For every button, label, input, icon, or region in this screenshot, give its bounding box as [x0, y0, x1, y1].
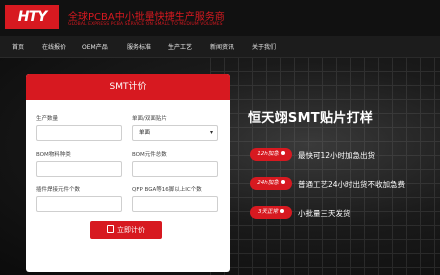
nav-item-online-quote[interactable]: 在线报价	[42, 42, 66, 51]
feature-text: 小批量三天发货	[298, 209, 351, 218]
feature-tag-label: 12h加急	[257, 151, 279, 157]
calculate-button[interactable]: 立即计价	[90, 221, 162, 239]
quantity-label: 生产数量	[36, 116, 59, 122]
feature-item: 24h加急 普通工艺24小时出货不收加急费	[250, 177, 440, 191]
feature-text: 普通工艺24小时出货不收加急费	[298, 180, 406, 189]
plugin-count-input[interactable]	[36, 196, 122, 212]
feature-item: 12h加急 最快可12小时加急出货	[250, 148, 440, 162]
tag-dot-icon	[280, 151, 285, 155]
feature-tag: 3天正常	[250, 206, 292, 219]
bom-total-label: BOM元件总数	[132, 152, 167, 158]
nav-item-about[interactable]: 关于我们	[252, 42, 276, 51]
top-header: HTY 全球PCBA中小批量快捷生产服务商 GLOBAL EXPRESS PCB…	[0, 0, 440, 36]
calculate-button-label: 立即计价	[117, 226, 145, 234]
nav-item-news[interactable]: 新闻资讯	[210, 42, 234, 51]
brand-logo[interactable]: HTY	[5, 5, 59, 29]
brand-subtitle: GLOBAL EXPRESS PCBA SERVICE ON SMALL TO …	[68, 22, 223, 27]
qfp-count-input[interactable]	[132, 196, 218, 212]
board-type-label: 单面/双面贴片	[132, 116, 167, 122]
brand-title: 全球PCBA中小批量快捷生产服务商	[68, 12, 225, 23]
nav-item-home[interactable]: 首页	[12, 42, 24, 51]
main-nav: 首页 在线报价 OEM产品 服务标准 生产工艺 新闻资讯 关于我们	[0, 36, 440, 58]
qfp-count-label: QFP BGA等16脚以上IC个数	[132, 187, 202, 193]
bom-types-label: BOM物料种类	[36, 152, 71, 158]
calculator-icon	[107, 225, 114, 233]
smt-quote-form: SMT计价 生产数量 单面/双面贴片 单面 ▾ BOM物料种类 BOM元件总数 …	[26, 74, 230, 272]
bom-types-input[interactable]	[36, 161, 122, 177]
feature-text: 最快可12小时加急出货	[298, 151, 376, 160]
feature-tag-label: 24h加急	[257, 180, 279, 186]
chevron-down-icon: ▾	[209, 129, 213, 136]
feature-tag-label: 3天正常	[258, 209, 278, 215]
tag-dot-icon	[280, 180, 285, 184]
nav-item-service-standard[interactable]: 服务标准	[127, 42, 151, 51]
quantity-input[interactable]	[36, 125, 122, 141]
plugin-count-label: 插件焊接元件个数	[36, 187, 81, 193]
bom-total-input[interactable]	[132, 161, 218, 177]
tag-dot-icon	[280, 209, 284, 213]
hero-headline: 恒天翊SMT贴片打样	[248, 111, 374, 126]
board-type-value: 单面	[139, 130, 151, 136]
feature-tag: 12h加急	[250, 148, 292, 161]
form-title: SMT计价	[26, 74, 230, 100]
hero-background-pattern	[210, 58, 440, 275]
logo-text: HTY	[17, 9, 47, 25]
nav-item-oem-products[interactable]: OEM产品	[82, 42, 108, 51]
nav-item-production-process[interactable]: 生产工艺	[168, 42, 192, 51]
board-type-select[interactable]: 单面 ▾	[132, 125, 218, 141]
feature-tag: 24h加急	[250, 177, 292, 190]
feature-item: 3天正常 小批量三天发货	[250, 206, 440, 220]
